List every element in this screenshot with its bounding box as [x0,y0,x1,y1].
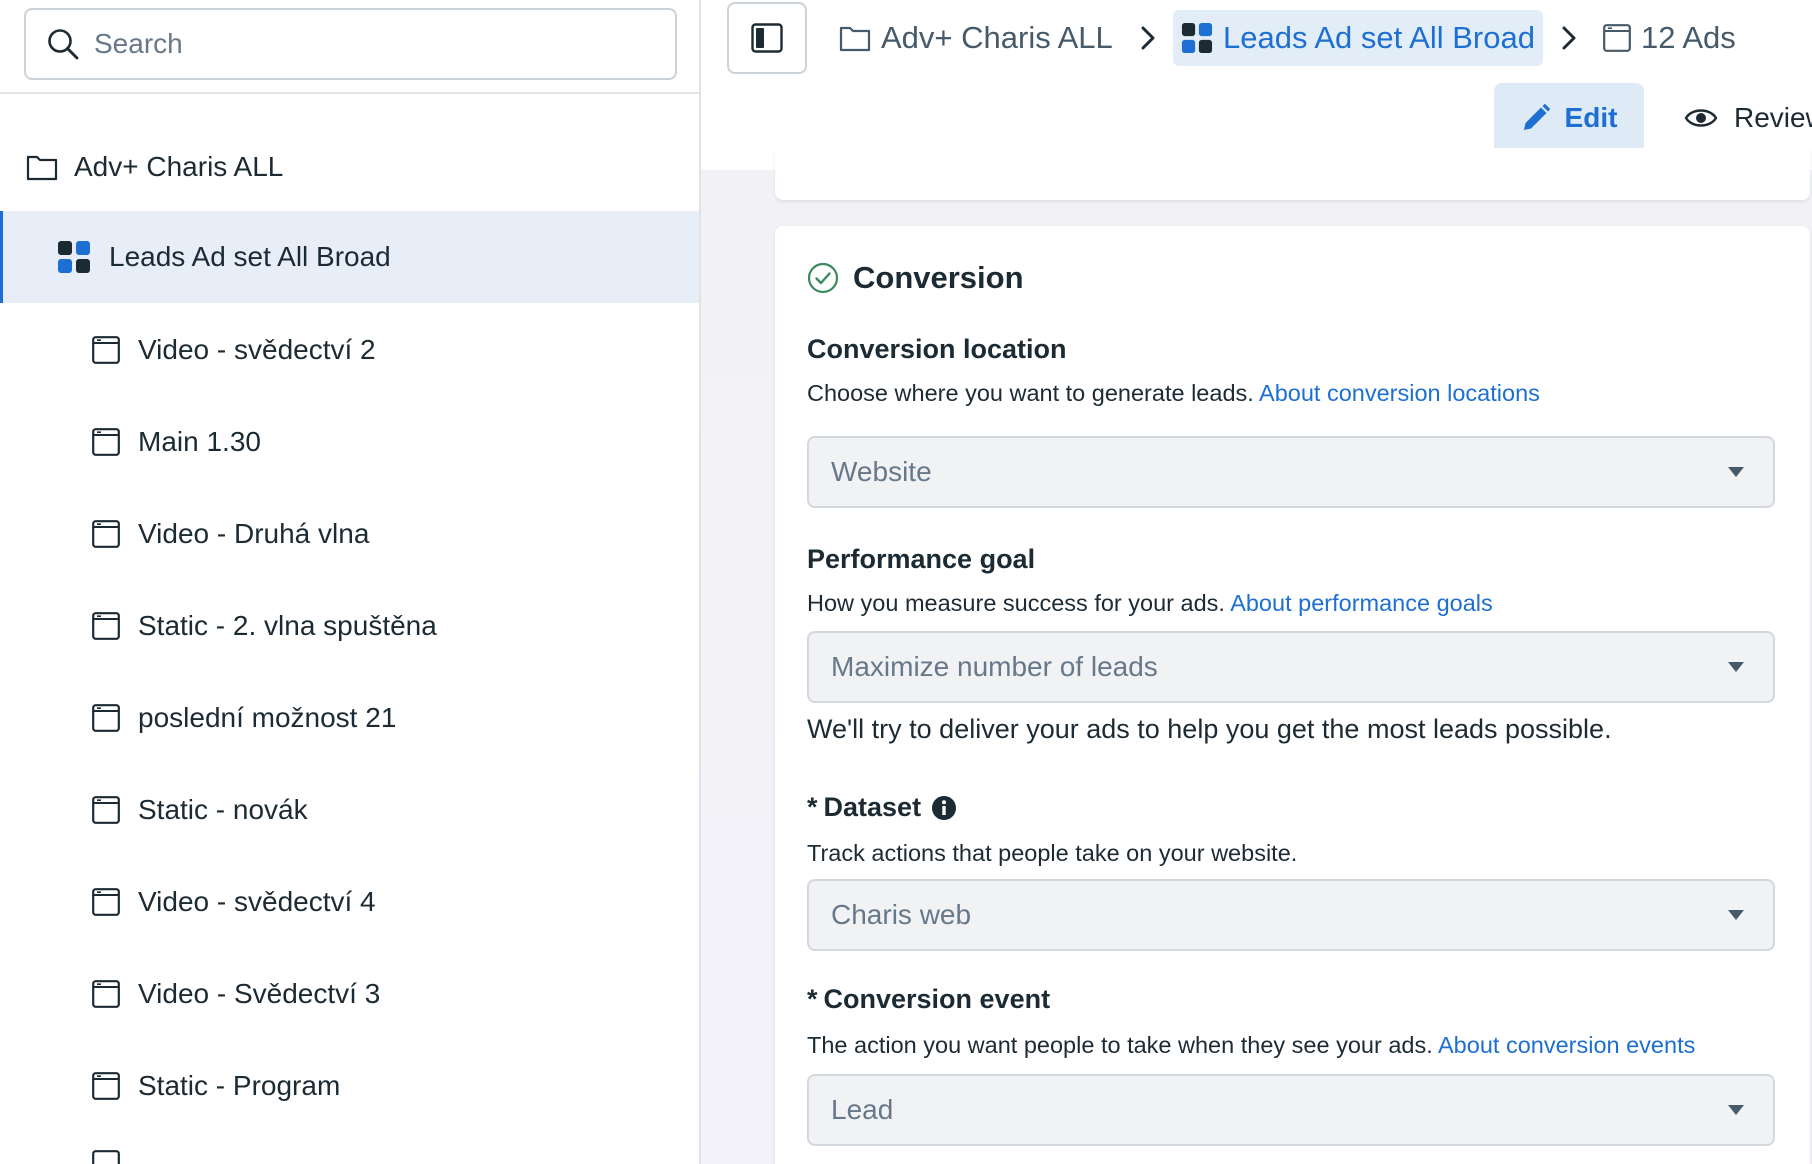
conversion-location-select[interactable]: Website [807,436,1775,508]
conversion-event-title: * Conversion event [807,984,1050,1015]
conversion-event-desc: The action you want people to take when … [807,1032,1695,1059]
tree-item-label: Video - Druhá vlna [138,518,370,549]
tree-item-ad[interactable]: Video - Svědectví 3 [0,948,699,1040]
performance-goal-helper: We'll try to deliver your ads to help yo… [807,714,1612,744]
select-value: Website [831,456,932,487]
performance-goal-desc-text: How you measure success for your ads. [807,590,1225,616]
select-value: Maximize number of leads [831,651,1158,682]
eye-icon [1684,109,1718,127]
tree-item-ad[interactable]: Static - Program [0,1040,699,1132]
tree-item-label: Static - 2. vlna spuštěna [138,610,437,641]
breadcrumb-label: Adv+ Charis ALL [881,20,1113,55]
ad-icon [92,336,120,364]
ad-icon [92,704,120,732]
caret-down-icon [1728,662,1744,672]
tree-item-ad[interactable]: Static - novák [0,764,699,856]
chevron-right-icon [1562,26,1576,50]
conversion-location-desc: Choose where you want to generate leads.… [807,380,1540,407]
ad-icon [92,888,120,916]
conversion-card: Conversion Conversion location Choose wh… [775,226,1810,1164]
search-box[interactable] [24,8,677,80]
conversion-event-desc-text: The action you want people to take when … [807,1032,1433,1058]
ad-icon [92,428,120,456]
conversion-event-title-text: Conversion event [823,984,1051,1014]
conversion-event-select[interactable]: Lead [807,1074,1775,1146]
about-performance-goals-link[interactable]: About performance goals [1230,590,1493,616]
tree-item-label: Static - Program [138,1070,341,1101]
adset-grid-icon [58,241,90,273]
required-mark: * [807,792,818,822]
conversion-location-desc-text: Choose where you want to generate leads. [807,380,1254,406]
about-conversion-events-link[interactable]: About conversion events [1438,1032,1695,1058]
top-bar: Adv+ Charis ALL Leads Ad set All Broad 1… [701,0,1812,170]
caret-down-icon [1728,910,1744,920]
ad-icon [92,796,120,824]
caret-down-icon [1728,1105,1744,1115]
ad-icon [92,612,120,640]
conversion-title: Conversion [853,260,1024,295]
select-value: Lead [831,1094,894,1125]
conversion-location-title-text: Conversion location [807,334,1067,364]
toggle-sidebar-button[interactable] [727,2,807,74]
ad-icon [1603,24,1631,52]
chevron-right-icon [1141,26,1155,50]
breadcrumb-label: Leads Ad set All Broad [1223,20,1535,55]
pencil-icon [1523,103,1550,130]
breadcrumb-campaign[interactable]: Adv+ Charis ALL [839,10,1113,66]
select-value: Charis web [831,899,972,930]
review-label: Review [1734,102,1812,133]
info-icon[interactable] [931,795,957,821]
tree-item-label: Video - Svědectví 3 [138,978,381,1009]
previous-section-card [775,148,1810,200]
performance-goal-desc: How you measure success for your ads. Ab… [807,590,1493,617]
ad-icon [92,980,120,1008]
required-mark: * [807,984,818,1014]
tree-item-ad[interactable]: Video - svědectví 4 [0,856,699,948]
dataset-title: * Dataset [807,792,957,823]
folder-icon [26,155,58,181]
performance-goal-select[interactable]: Maximize number of leads [807,631,1775,703]
folder-icon [839,26,871,52]
breadcrumb-ads[interactable]: 12 Ads [1603,10,1736,66]
ad-icon [92,520,120,548]
performance-goal-title-text: Performance goal [807,544,1036,574]
search-icon [48,29,79,60]
sidebar-toggle-icon [751,23,783,53]
breadcrumb-adset[interactable]: Leads Ad set All Broad [1173,10,1543,66]
tree-item-ad[interactable]: Main 1.30 [0,396,699,488]
tree-item-ad[interactable]: Static - 2. vlna spuštěna [0,580,699,672]
edit-button[interactable]: Edit [1494,83,1644,153]
main-panel: Adv+ Charis ALL Leads Ad set All Broad 1… [701,0,1812,1164]
search-bar [0,0,699,94]
tree-item-label: Video - svědectví 2 [138,334,376,365]
tree-item-campaign[interactable]: Adv+ Charis ALL [0,121,699,213]
tree-item-ad[interactable]: poslední možnost 21 [0,672,699,764]
edit-label: Edit [1564,102,1618,133]
breadcrumb-label: 12 Ads [1641,20,1736,55]
sidebar: Adv+ Charis ALL Leads Ad set All Broad V… [0,0,701,1164]
tree-item-label: Video - svědectví 4 [138,886,376,917]
ad-icon [92,1072,120,1100]
tree-item-label: Main 1.30 [138,426,261,457]
tree-item-adset[interactable]: Leads Ad set All Broad [0,211,699,303]
performance-goal-title: Performance goal [807,544,1035,575]
conversion-location-title: Conversion location [807,334,1067,365]
adset-grid-icon [1181,22,1213,54]
about-conversion-locations-link[interactable]: About conversion locations [1259,380,1540,406]
dataset-desc: Track actions that people take on your w… [807,840,1298,866]
tree-item-label: Adv+ Charis ALL [74,151,284,182]
tree-item-label: Static - novák [138,794,308,825]
tree-item-ad[interactable]: Video - Druhá vlna [0,488,699,580]
check-circle-icon [807,262,839,294]
caret-down-icon [1728,467,1744,477]
dataset-select[interactable]: Charis web [807,879,1775,951]
search-input[interactable] [94,28,654,60]
tree-item-label: poslední možnost 21 [138,702,397,733]
section-title: Conversion [807,260,1024,296]
dataset-title-text: Dataset [823,792,922,822]
tree-item-label: Leads Ad set All Broad [109,241,391,272]
tree-item-ad[interactable]: Video - svědectví 2 [0,304,699,396]
ad-icon [92,1150,120,1164]
review-button[interactable]: Review [1684,83,1812,153]
